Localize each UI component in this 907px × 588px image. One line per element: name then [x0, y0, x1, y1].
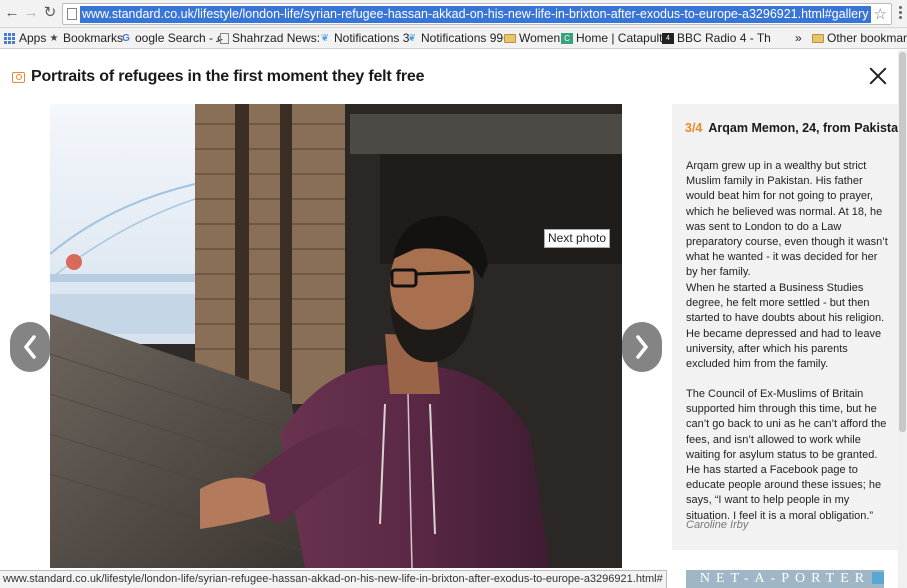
bookmark-notifications-99[interactable]: ❦ Notifications 99+: [406, 30, 510, 47]
bookmark-google-search[interactable]: G oogle Search - ﻋ: [120, 30, 224, 47]
gallery-photo: [50, 104, 622, 568]
bookmark-label: oogle Search - ﻋ: [135, 31, 224, 45]
photo-credit: Caroline Irby: [686, 519, 749, 531]
chevron-right-icon: [636, 335, 649, 359]
close-icon[interactable]: [866, 64, 890, 88]
bookmark-label: Apps: [19, 31, 47, 45]
gallery-header: Portraits of refugees in the first momen…: [12, 64, 425, 90]
bookmark-star-icon[interactable]: ☆: [874, 5, 887, 23]
caption-paragraph: When he started a Business Studies degre…: [686, 282, 885, 371]
page-icon: [67, 8, 77, 20]
bookmarks-bar: Apps ★ Bookmarks G oogle Search - ﻋ Shah…: [0, 28, 907, 49]
bookmark-label: Notifications 99+: [421, 31, 511, 45]
chevron-left-icon: [23, 335, 36, 359]
camera-icon: [12, 71, 25, 83]
scrollbar-thumb[interactable]: [899, 52, 906, 432]
forward-arrow-icon[interactable]: →: [22, 4, 40, 22]
folder-icon: [812, 34, 824, 43]
google-icon: G: [122, 33, 130, 44]
bookmark-shahrzad-news[interactable]: Shahrzad News:: [220, 30, 320, 47]
caption-heading: 3/4 Arqam Memon, 24, from Pakistan: [685, 121, 906, 135]
page-icon: [220, 33, 229, 44]
apps-grid-icon: [4, 33, 16, 44]
bookmark-bookmarks[interactable]: ★ Bookmarks: [48, 30, 124, 47]
bookmark-label: Bookmarks: [63, 31, 124, 45]
ad-logo-text: NET-A-PORTER: [699, 571, 871, 586]
next-photo-tooltip: Next photo: [544, 229, 611, 248]
bookmark-catapult[interactable]: C Home | Catapult: [561, 30, 663, 47]
bookmark-apps[interactable]: Apps: [4, 30, 46, 47]
caption-title: Arqam Memon, 24, from Pakistan: [708, 121, 906, 135]
caption-paragraph: Arqam grew up in a wealthy but strict Mu…: [686, 160, 888, 279]
bookmark-label: Women: [519, 31, 561, 45]
url-text[interactable]: www.standard.co.uk/lifestyle/london-life…: [80, 6, 871, 23]
page-scrollbar[interactable]: [898, 50, 907, 588]
bookmark-bbc-radio-4[interactable]: 4 BBC Radio 4 - Th: [662, 30, 771, 47]
catapult-icon: C: [561, 33, 573, 44]
bookmark-label: Notifications 3: [334, 31, 410, 45]
radio-icon: 4: [662, 33, 674, 44]
twitter-icon: ❦: [320, 33, 330, 44]
bookmark-women-folder[interactable]: Women: [504, 30, 560, 47]
bookmark-label: Home | Catapult: [576, 31, 663, 45]
portrait-image: [50, 104, 622, 568]
bookmarks-overflow-chevron[interactable]: »: [795, 30, 802, 47]
browser-menu-icon[interactable]: [895, 5, 905, 21]
bookmark-other-bookmarks[interactable]: Other bookmarks: [812, 30, 907, 47]
caption-paragraph: The Council of Ex-Muslims of Britain sup…: [686, 388, 887, 522]
bookmark-label: »: [795, 31, 802, 45]
previous-photo-button[interactable]: [10, 322, 50, 372]
back-arrow-icon[interactable]: ←: [3, 4, 21, 22]
bookmark-label: Shahrzad News:: [232, 31, 321, 45]
address-bar[interactable]: www.standard.co.uk/lifestyle/london-life…: [62, 3, 892, 25]
bookmark-notifications-3[interactable]: ❦ Notifications 3: [319, 30, 410, 47]
reload-icon[interactable]: ↻: [41, 4, 59, 22]
caption-panel: 3/4 Arqam Memon, 24, from Pakistan Arqam …: [672, 104, 906, 550]
ad-choices-icon[interactable]: [872, 572, 884, 584]
next-photo-button[interactable]: [622, 322, 662, 372]
gallery-title: Portraits of refugees in the first momen…: [31, 68, 425, 85]
star-icon: ★: [49, 33, 59, 44]
bookmark-label: BBC Radio 4 - Th: [677, 31, 771, 45]
bookmark-label: Other bookmarks: [827, 31, 907, 45]
twitter-icon: ❦: [407, 33, 417, 44]
browser-status-bar: www.standard.co.uk/lifestyle/london-life…: [0, 570, 667, 588]
advertisement-banner[interactable]: NET-A-PORTER: [686, 570, 884, 588]
browser-toolbar: ← → ↻ www.standard.co.uk/lifestyle/londo…: [0, 0, 907, 28]
folder-icon: [504, 34, 516, 43]
photo-counter: 3/4: [685, 121, 703, 135]
